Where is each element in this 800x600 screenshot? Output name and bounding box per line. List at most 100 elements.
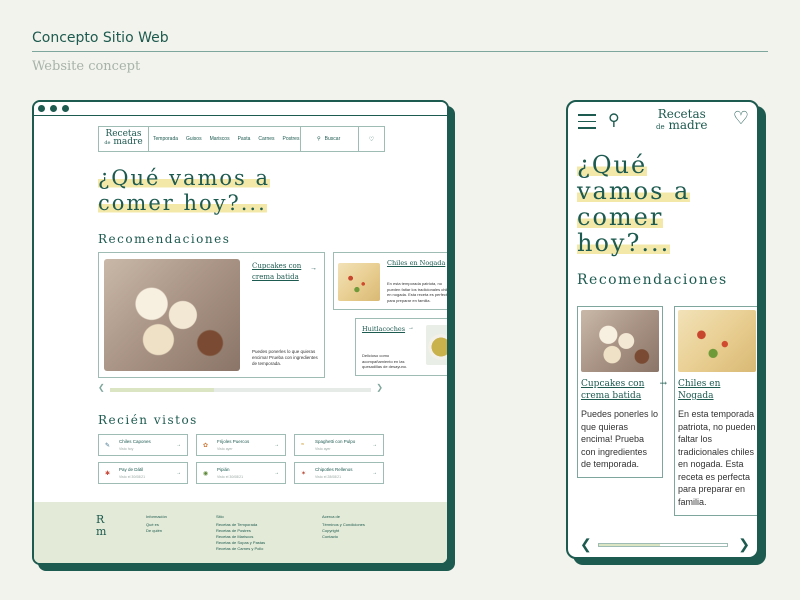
scroll-track[interactable] [110, 388, 371, 392]
mobile-mockup: ⚲ Recetas de madre ♡ ¿Qué vamos a comer … [566, 100, 759, 559]
recipe-card-title[interactable]: Cupcakes con crema batida → [581, 378, 667, 402]
cupcakes-image [581, 310, 659, 372]
arrow-right-icon[interactable]: → [274, 470, 279, 476]
recent-item[interactable]: ✶ Chipotles Rellenos Visto el 28/08/21 → [294, 462, 384, 484]
desktop-mockup: Recetas de madre Temporada Guisos Marisc… [32, 100, 449, 565]
hero-line-3: comer [577, 203, 664, 231]
recent-item-meta: Visto ayer [315, 447, 331, 451]
chevron-right-icon[interactable]: ❯ [738, 536, 750, 553]
site-footer: R m Información Qué es De quién Sitio Re… [34, 502, 447, 563]
nav-links: Temporada Guisos Mariscos Pasta Carnes P… [149, 136, 300, 142]
arrow-right-icon[interactable]: → [176, 470, 181, 476]
nav-link-guisos[interactable]: Guisos [186, 136, 202, 142]
recipe-card-chiles[interactable]: Chiles en Nogada En esta temporada patri… [333, 252, 449, 310]
search-label: Buscar [324, 136, 341, 142]
recent-item-name: Pay de Dátil [119, 467, 144, 472]
footer-column-info: Información Qué es De quién [146, 514, 167, 534]
recipe-card-title[interactable]: Chiles en Nogada [387, 259, 445, 267]
browser-bar [34, 102, 447, 116]
hero-line-1: ¿Qué vamos a [98, 166, 271, 190]
arrow-right-icon[interactable]: → [176, 442, 181, 448]
recent-item-meta: Visto el 30/08/21 [119, 475, 146, 479]
arrow-right-icon[interactable]: → [756, 378, 757, 390]
huitlacoches-image [426, 325, 447, 365]
search-box[interactable]: ⚲ Buscar [300, 127, 358, 151]
nav-link-pasta[interactable]: Pasta [238, 136, 251, 142]
recipe-card-title[interactable]: Cupcakes con crema batida [252, 261, 310, 283]
recent-item[interactable]: ✎ Chiles Capones Visto hoy → [98, 434, 188, 456]
footer-link[interactable]: Contacto [322, 534, 365, 540]
recent-item[interactable]: ✿ Frijoles Puercos Visto ayer → [196, 434, 286, 456]
menu-icon[interactable] [578, 114, 596, 134]
recent-item-name: Spaghetti con Pulpo [315, 439, 356, 444]
heart-icon[interactable]: ♡ [358, 127, 384, 151]
recommendations-heading: Recomendaciones [98, 232, 231, 246]
recent-item-meta: Visto ayer [217, 447, 233, 451]
chevron-left-icon[interactable]: ❮ [98, 383, 105, 392]
recent-item-name: Frijoles Puercos [217, 439, 250, 444]
scroll-thumb[interactable] [599, 544, 661, 546]
arrow-right-icon[interactable]: → [372, 442, 377, 448]
site-logo[interactable]: Recetas de madre [656, 108, 708, 133]
scroll-thumb[interactable] [110, 388, 215, 392]
pipian-icon: ◉ [203, 471, 209, 477]
footer-link[interactable]: Recetas de Carnes y Pollo [216, 546, 265, 552]
footer-heading: Sitio [216, 514, 224, 519]
recent-item-meta: Visto hoy [119, 447, 134, 451]
recipe-card-text: Puedes ponerles lo que quieras encima! P… [581, 409, 659, 469]
recipe-card-text: En esta temporada patriota, no pueden fa… [678, 409, 756, 507]
recipe-card-text: Delicioso como acompañamiento en las que… [362, 353, 408, 369]
recipe-card-title[interactable]: Chiles en Nogada → [678, 378, 757, 402]
window-dot-icon [62, 105, 69, 112]
search-icon[interactable]: ⚲ [608, 110, 620, 130]
recipe-card-cupcakes[interactable]: Cupcakes con crema batida → Puedes poner… [577, 306, 667, 478]
arrow-right-icon[interactable]: → [659, 378, 667, 390]
scroll-track[interactable] [598, 543, 728, 547]
arrow-right-icon[interactable]: → [372, 470, 377, 476]
footer-link[interactable]: De quién [146, 528, 167, 534]
page-subtitle: Website concept [32, 59, 141, 74]
recent-item[interactable]: ✱ Pay de Dátil Visto el 30/08/21 → [98, 462, 188, 484]
logo-small: de [656, 123, 665, 131]
recipe-card-text: En esta temporada patriota, no pueden fa… [387, 281, 449, 303]
arrow-right-icon[interactable]: → [274, 442, 279, 448]
desktop-navbar: Recetas de madre Temporada Guisos Marisc… [98, 126, 385, 152]
recipe-card-cupcakes[interactable]: Cupcakes con crema batida → Puedes poner… [98, 252, 325, 378]
recent-item-meta: Visto el 28/08/21 [315, 475, 342, 479]
recipe-card-chiles[interactable]: Chiles en Nogada → En esta temporada pat… [674, 306, 757, 516]
recent-item[interactable]: ≈ Spaghetti con Pulpo Visto ayer → [294, 434, 384, 456]
nav-link-postres[interactable]: Postres [283, 136, 300, 142]
hero-line-2: comer hoy?... [98, 191, 267, 215]
recent-heading: Recién vistos [98, 413, 198, 427]
divider [32, 51, 768, 52]
heart-icon[interactable]: ♡ [733, 108, 749, 129]
nav-link-carnes[interactable]: Carnes [258, 136, 274, 142]
logo-line2: madre [113, 137, 143, 147]
hero-line-1: ¿Qué [577, 151, 648, 179]
page-title: Concepto Sitio Web [32, 30, 169, 46]
footer-logo[interactable]: R m [96, 514, 106, 538]
recent-item-meta: Visto el 30/08/21 [217, 475, 244, 479]
recipe-card-title[interactable]: Huitlacoches [362, 325, 405, 333]
chiles-image [678, 310, 756, 372]
recent-item[interactable]: ◉ Pipián Visto el 30/08/21 → [196, 462, 286, 484]
hero-heading: ¿Qué vamos a comer hoy?... [98, 166, 271, 216]
chevron-right-icon[interactable]: ❯ [376, 383, 383, 392]
arrow-right-icon[interactable]: → [408, 325, 414, 331]
nav-link-temporada[interactable]: Temporada [153, 136, 178, 142]
carousel-scrollbar[interactable]: ❮ ❯ [580, 536, 750, 553]
arrow-right-icon[interactable]: → [310, 265, 317, 272]
footer-heading: Acerca de [322, 514, 341, 519]
hero-line-2: vamos a [577, 177, 691, 205]
pasta-icon: ≈ [301, 442, 305, 448]
beans-icon: ✿ [203, 443, 209, 449]
carousel-scrollbar[interactable]: ❮ ❯ [98, 383, 383, 395]
search-icon: ⚲ [317, 136, 321, 142]
recent-item-name: Pipián [217, 467, 230, 472]
window-dot-icon [50, 105, 57, 112]
chevron-left-icon[interactable]: ❮ [580, 536, 592, 553]
site-logo[interactable]: Recetas de madre [99, 127, 149, 151]
recipe-card-huitlacoches[interactable]: Huitlacoches → Delicioso como acompañami… [355, 318, 447, 376]
nav-link-mariscos[interactable]: Mariscos [210, 136, 230, 142]
footer-column-about: Acerca de Términos y Condiciones Copyrig… [322, 514, 365, 540]
